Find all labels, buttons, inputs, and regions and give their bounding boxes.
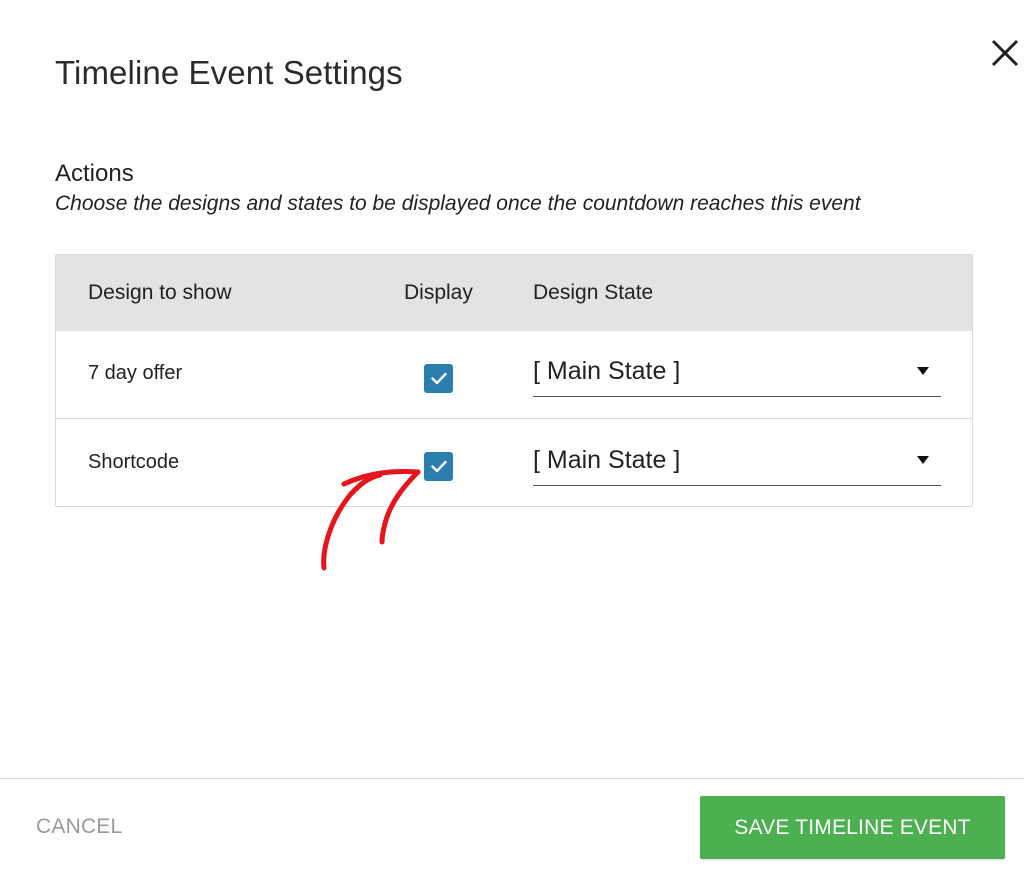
- display-checkbox[interactable]: [424, 364, 453, 393]
- design-name: 7 day offer: [88, 362, 183, 384]
- column-header-design-state: Design State: [533, 281, 654, 304]
- design-state-select[interactable]: [ Main State ]: [533, 440, 941, 486]
- design-state-select[interactable]: [ Main State ]: [533, 351, 941, 397]
- actions-heading: Actions: [55, 160, 134, 187]
- column-header-design: Design to show: [88, 281, 232, 304]
- dialog-title: Timeline Event Settings: [55, 54, 403, 91]
- timeline-event-settings-dialog: Timeline Event Settings Actions Choose t…: [0, 0, 1024, 871]
- table-header: Design to show Display Design State: [56, 255, 972, 331]
- cancel-button[interactable]: CANCEL: [36, 815, 122, 839]
- save-timeline-event-button[interactable]: SAVE TIMELINE EVENT: [700, 796, 1005, 859]
- close-icon: [991, 39, 1019, 67]
- actions-description: Choose the designs and states to be disp…: [55, 192, 861, 215]
- table-row: Shortcode [ Main State ]: [56, 420, 972, 508]
- table-row: 7 day offer [ Main State ]: [56, 331, 972, 419]
- design-name: Shortcode: [88, 451, 180, 473]
- checkmark-icon: [431, 460, 447, 473]
- design-state-value: [ Main State ]: [533, 357, 681, 385]
- display-checkbox[interactable]: [424, 452, 453, 481]
- actions-table: Design to show Display Design State 7 da…: [55, 254, 973, 507]
- column-header-display: Display: [404, 281, 473, 304]
- footer-divider: [0, 778, 1024, 779]
- checkmark-icon: [431, 372, 447, 385]
- caret-down-icon: [917, 367, 929, 375]
- close-button[interactable]: [988, 36, 1022, 70]
- caret-down-icon: [917, 456, 929, 464]
- design-state-value: [ Main State ]: [533, 446, 681, 474]
